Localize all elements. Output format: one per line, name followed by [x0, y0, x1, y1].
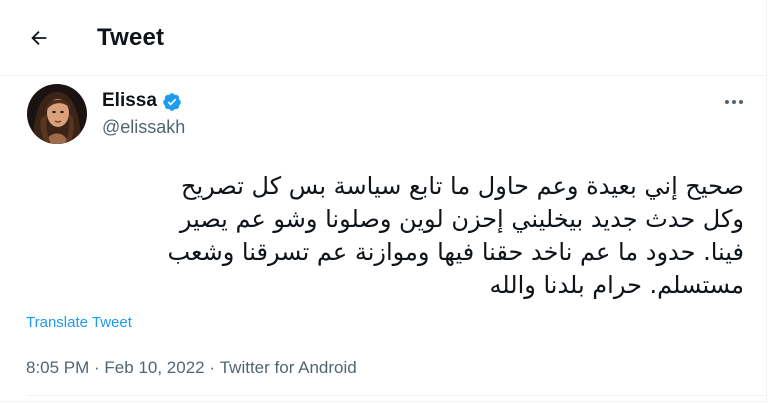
author-handle[interactable]: @elissakh [102, 117, 185, 138]
verified-badge-icon [163, 93, 181, 111]
tweet-text-line: وكل حدث جديد بيخليني إحزن لوين وصلونا وش… [179, 205, 744, 233]
translate-tweet-link[interactable]: Translate Tweet [26, 314, 132, 331]
tweet-text-line: مستسلم. حرام بلدنا والله [489, 271, 744, 299]
author-name-row[interactable]: Elissa [102, 90, 182, 112]
arrow-left-icon [31, 30, 47, 46]
avatar-image [27, 84, 87, 144]
tweet-date[interactable]: Feb 10, 2022 [104, 358, 204, 378]
tweet-page: Tweet Elissa @elissakh صحيح إني بعيدة وع… [0, 0, 767, 402]
meta-separator: · [89, 358, 105, 377]
tweet-text-line: صحيح إني بعيدة وعم حاول ما تابع سياسة بس… [180, 172, 744, 200]
more-options-button[interactable] [719, 90, 749, 114]
more-options-icon [725, 100, 743, 104]
tweet-text: صحيح إني بعيدة وعم حاول ما تابع سياسة بس… [26, 170, 744, 302]
avatar[interactable] [27, 84, 87, 144]
page-header: Tweet [0, 0, 766, 76]
divider [26, 395, 766, 396]
page-title: Tweet [97, 24, 165, 51]
tweet-meta: 8:05 PM · Feb 10, 2022 · Twitter for And… [26, 358, 357, 378]
tweet-time[interactable]: 8:05 PM [26, 358, 89, 378]
tweet-source[interactable]: Twitter for Android [220, 358, 357, 378]
back-button[interactable] [22, 21, 56, 55]
meta-separator: · [204, 358, 220, 377]
author-display-name[interactable]: Elissa [102, 90, 157, 112]
tweet-text-line: فينا. حدود ما عم ناخد حقنا فيها وموازنة … [167, 238, 744, 266]
